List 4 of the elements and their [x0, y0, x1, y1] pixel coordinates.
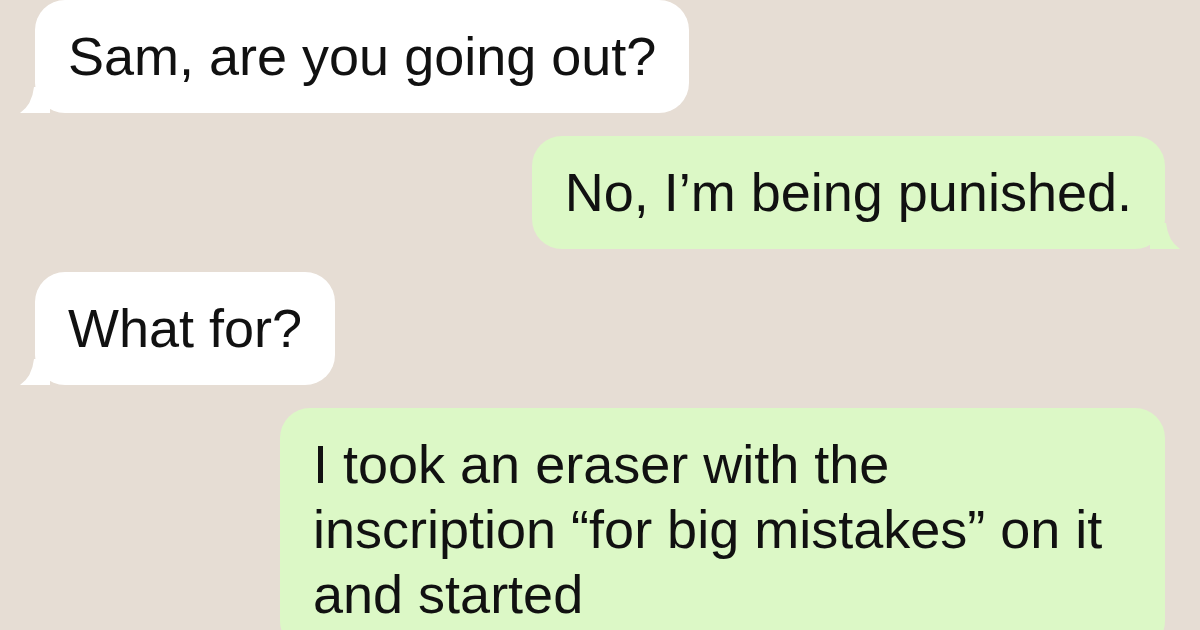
outgoing-message-bubble: No, I’m being punished. [531, 136, 1165, 249]
outgoing-message-bubble: I took an eraser with the inscription “for big mistakes” on it and started [280, 408, 1165, 630]
incoming-message-bubble: Sam, are you going out? [35, 0, 690, 113]
incoming-message-bubble: What for? [35, 272, 336, 385]
